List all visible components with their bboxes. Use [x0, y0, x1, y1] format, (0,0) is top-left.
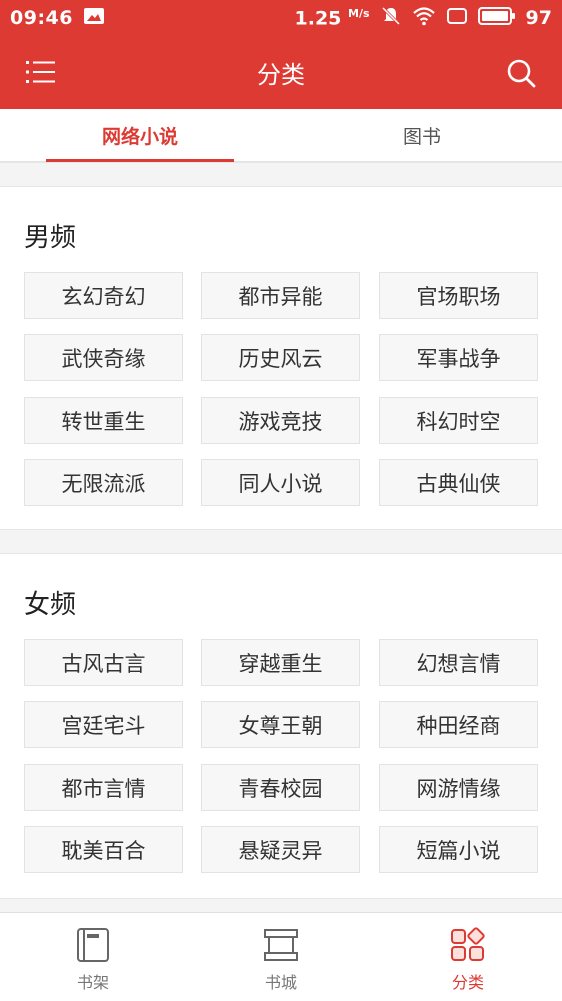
category-chip[interactable]: 网游情缘: [379, 764, 538, 811]
notification-image-icon: [83, 7, 105, 29]
section-divider: [0, 529, 562, 554]
menu-icon[interactable]: [24, 56, 58, 88]
battery-level: 97: [525, 7, 552, 29]
category-chip[interactable]: 科幻时空: [379, 397, 538, 444]
wifi-icon: [412, 6, 436, 31]
category-chip[interactable]: 短篇小说: [379, 826, 538, 873]
section-male: 男频 玄幻奇幻 都市异能 官场职场 武侠奇缘 历史风云 军事战争 转世重生 游戏…: [0, 187, 562, 529]
nav-label-bookstore: 书城: [264, 973, 297, 992]
category-chip[interactable]: 官场职场: [379, 272, 538, 319]
app-bar: 分类: [0, 36, 562, 109]
category-chip[interactable]: 都市言情: [24, 764, 183, 811]
category-chip[interactable]: 无限流派: [24, 459, 183, 506]
nav-bookstore[interactable]: 书城: [221, 913, 341, 1001]
category-chip[interactable]: 穿越重生: [201, 639, 360, 686]
section-divider: [0, 898, 562, 912]
nav-bookshelf[interactable]: 书架: [33, 913, 153, 1001]
category-chip[interactable]: 游戏竞技: [201, 397, 360, 444]
bookstore-icon: [263, 927, 299, 963]
network-speed-unit: M/s: [348, 6, 370, 20]
network-speed-value: 1.25: [294, 7, 342, 30]
battery-icon: [477, 6, 516, 31]
tab-web-novels[interactable]: 网络小说: [46, 109, 234, 162]
category-chip[interactable]: 玄幻奇幻: [24, 272, 183, 319]
category-chip[interactable]: 种田经商: [379, 701, 538, 748]
category-chip[interactable]: 同人小说: [201, 459, 360, 506]
bottom-nav: 书架 书城 分类: [0, 912, 562, 1000]
category-chip[interactable]: 军事战争: [379, 334, 538, 381]
category-chip[interactable]: 转世重生: [24, 397, 183, 444]
category-chip[interactable]: 悬疑灵异: [201, 826, 360, 873]
status-time: 09:46: [10, 7, 73, 29]
tab-books[interactable]: 图书: [328, 109, 516, 162]
category-chip[interactable]: 历史风云: [201, 334, 360, 381]
search-icon[interactable]: [504, 56, 538, 90]
mute-bell-icon: [380, 5, 402, 32]
network-speed: 1.25 M/s: [295, 7, 370, 29]
category-chip[interactable]: 古典仙侠: [379, 459, 538, 506]
category-icon: [450, 927, 486, 963]
category-chip[interactable]: 女尊王朝: [201, 701, 360, 748]
section-title-male: 男频: [24, 223, 77, 253]
category-chip[interactable]: 古风古言: [24, 639, 183, 686]
category-tabs: 网络小说 图书: [0, 109, 562, 162]
category-chip[interactable]: 武侠奇缘: [24, 334, 183, 381]
nav-label-bookshelf: 书架: [76, 973, 109, 992]
section-divider: [0, 162, 562, 187]
category-chip[interactable]: 青春校园: [201, 764, 360, 811]
screen-icon: [446, 7, 468, 30]
nav-label-category: 分类: [451, 973, 484, 992]
section-title-female: 女频: [24, 590, 77, 620]
category-chip[interactable]: 都市异能: [201, 272, 360, 319]
category-chip[interactable]: 宫廷宅斗: [24, 701, 183, 748]
category-chip[interactable]: 耽美百合: [24, 826, 183, 873]
bookshelf-icon: [75, 927, 111, 963]
nav-category[interactable]: 分类: [408, 913, 528, 1001]
status-bar: 09:46 1.25 M/s 97: [0, 0, 562, 36]
category-chip[interactable]: 幻想言情: [379, 639, 538, 686]
page-title: 分类: [257, 61, 305, 89]
section-female: 女频 古风古言 穿越重生 幻想言情 宫廷宅斗 女尊王朝 种田经商 都市言情 青春…: [0, 554, 562, 898]
